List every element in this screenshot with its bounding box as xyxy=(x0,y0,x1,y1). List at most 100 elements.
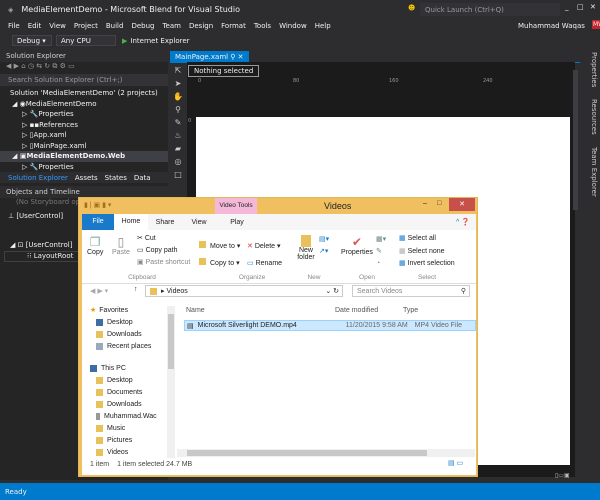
move-to-button[interactable]: Move to ▾ xyxy=(199,238,240,255)
solution-search-input[interactable]: Search Solution Explorer (Ctrl+;) xyxy=(0,74,168,86)
invert-selection-button[interactable]: ▦ Invert selection xyxy=(399,258,455,271)
menu-file[interactable]: File xyxy=(8,22,20,30)
nav-documents[interactable]: Documents xyxy=(82,386,170,398)
zoom-icon[interactable]: ⚲ xyxy=(170,103,186,116)
file-row[interactable]: ▤ Microsoft Silverlight DEMO.mp4 11/20/2… xyxy=(184,320,476,331)
asset-icon[interactable]: ◎ xyxy=(170,155,186,168)
menu-view[interactable]: View xyxy=(49,22,66,30)
address-bar[interactable]: ▸ Videos ⌄ ↻ xyxy=(145,285,343,297)
tree-app-xaml[interactable]: ▷ ▯ App.xaml xyxy=(0,130,168,141)
nav-back-forward[interactable]: ◀ ▶ ▾ xyxy=(90,287,108,295)
platform-select[interactable]: Any CPU xyxy=(56,35,116,46)
tree-project[interactable]: ◢ ◉ MediaElementDemo xyxy=(0,99,168,110)
tab-resources[interactable]: Resources xyxy=(582,99,598,135)
horizontal-scrollbar[interactable] xyxy=(177,449,475,457)
rectangle-icon[interactable]: □ xyxy=(170,168,186,181)
pan-icon[interactable]: ✋ xyxy=(170,90,186,103)
properties-button[interactable]: ✔ Properties xyxy=(341,235,373,256)
tab-solution-explorer[interactable]: Solution Explorer xyxy=(8,174,68,182)
tree-mainpage-xaml[interactable]: ▷ ▯ MainPage.xaml xyxy=(0,141,168,152)
tab-properties[interactable]: Properties xyxy=(582,52,598,87)
tree-web-properties[interactable]: ▷ 🔧 Properties xyxy=(0,162,168,173)
tree-web-project[interactable]: ◢ ▣ MediaElementDemo.Web xyxy=(0,151,168,162)
user-name[interactable]: Muhammad Waqas xyxy=(518,22,585,30)
copy-to-button[interactable]: Copy to ▾ xyxy=(199,255,240,272)
config-select[interactable]: Debug ▾ xyxy=(12,35,52,46)
explorer-maximize[interactable]: □ xyxy=(437,200,441,207)
feedback-smiley-icon[interactable]: ☻ xyxy=(408,4,415,12)
tab-team-explorer[interactable]: Team Explorer xyxy=(582,147,598,197)
tab-states[interactable]: States xyxy=(105,174,127,182)
help-icon[interactable]: ^ ❓ xyxy=(456,218,470,226)
menu-team[interactable]: Team xyxy=(162,22,181,30)
nav-videos[interactable]: Videos xyxy=(82,446,170,458)
select-all-button[interactable]: ▦ Select all xyxy=(399,233,455,246)
menu-edit[interactable]: Edit xyxy=(28,22,42,30)
minimize-button[interactable]: _ xyxy=(565,3,569,11)
copy-path-button[interactable]: ▭ Copy path xyxy=(137,245,190,257)
nav-fav-desktop[interactable]: Desktop xyxy=(82,316,170,328)
run-icon[interactable]: ▶ xyxy=(122,37,127,45)
new-folder-button[interactable]: New folder xyxy=(295,235,317,261)
tree-solution[interactable]: Solution 'MediaElementDemo' (2 projects) xyxy=(0,88,168,99)
column-name[interactable]: Name xyxy=(186,307,205,314)
column-date-modified[interactable]: Date modified xyxy=(335,307,378,314)
menu-project[interactable]: Project xyxy=(74,22,98,30)
up-button[interactable]: ↑ xyxy=(134,286,138,293)
direct-select-icon[interactable]: ➤ xyxy=(170,77,186,90)
paste-button[interactable]: ▯ Paste xyxy=(112,235,130,256)
delete-button[interactable]: ✕ Delete ▾ xyxy=(247,238,282,255)
explorer-close[interactable]: ✕ xyxy=(449,198,475,211)
paint-bucket-icon[interactable]: ♨ xyxy=(170,129,186,142)
menu-help[interactable]: Help xyxy=(315,22,331,30)
menu-build[interactable]: Build xyxy=(106,22,124,30)
eyedropper-icon[interactable]: ✎ xyxy=(170,116,186,129)
view-mode-buttons[interactable]: ▯▭▣ xyxy=(555,472,570,479)
nav-favorites[interactable]: ★ Favorites xyxy=(82,304,170,316)
tab-view[interactable]: View xyxy=(182,219,216,226)
vertical-scrollbar[interactable] xyxy=(573,70,578,210)
tree-references[interactable]: ▷ ▪▪ References xyxy=(0,120,168,131)
open-icons[interactable]: ▦▾ ✎ ◔ xyxy=(376,234,386,270)
tab-file[interactable]: File xyxy=(82,214,114,230)
new-item-icons[interactable]: ▤▾ ↗▾ xyxy=(319,234,329,258)
nav-pc-downloads[interactable]: Downloads xyxy=(82,398,170,410)
user-avatar[interactable]: MW xyxy=(592,20,600,29)
menu-tools[interactable]: Tools xyxy=(254,22,271,30)
tab-play[interactable]: Play xyxy=(216,219,258,226)
menu-format[interactable]: Format xyxy=(221,22,246,30)
nav-recent-places[interactable]: Recent places xyxy=(82,340,170,352)
tab-share[interactable]: Share xyxy=(148,219,182,226)
run-target[interactable]: Internet Explorer xyxy=(130,37,189,45)
tree-properties[interactable]: ▷ 🔧 Properties xyxy=(0,109,168,120)
nav-pictures[interactable]: Pictures xyxy=(82,434,170,446)
close-button[interactable]: ✕ xyxy=(590,3,596,11)
nav-music[interactable]: Music xyxy=(82,422,170,434)
menu-design[interactable]: Design xyxy=(189,22,213,30)
menu-window[interactable]: Window xyxy=(279,22,307,30)
copy-icon: ❐ xyxy=(89,235,101,249)
nav-this-pc[interactable]: This PC xyxy=(82,362,170,374)
nav-scrollbar[interactable] xyxy=(167,306,175,458)
gradient-icon[interactable]: ▰ xyxy=(170,142,186,155)
copy-button[interactable]: ❐ Copy xyxy=(87,235,103,256)
paste-shortcut-button[interactable]: ▣ Paste shortcut xyxy=(137,257,190,269)
nav-user[interactable]: Muhammad.Wac xyxy=(82,410,170,422)
nav-pc-desktop[interactable]: Desktop xyxy=(82,374,170,386)
tab-assets[interactable]: Assets xyxy=(75,174,98,182)
quick-access-icons[interactable]: ▮ | ▣ ▮ ▾ xyxy=(84,201,111,209)
quick-launch-input[interactable]: Quick Launch (Ctrl+Q) xyxy=(420,3,560,16)
rename-button[interactable]: ▭ Rename xyxy=(247,255,282,272)
selection-tool-icon[interactable]: ⇱ xyxy=(170,64,186,77)
tab-data[interactable]: Data xyxy=(134,174,151,182)
view-toggle-icons[interactable]: ▤ ▭ xyxy=(448,459,463,467)
maximize-button[interactable]: □ xyxy=(577,3,584,11)
search-videos-input[interactable]: Search Videos ⚲ xyxy=(352,285,470,297)
select-none-button[interactable]: ▦ Select none xyxy=(399,246,455,259)
column-type[interactable]: Type xyxy=(403,307,418,314)
tab-home[interactable]: Home xyxy=(114,214,148,230)
menu-debug[interactable]: Debug xyxy=(131,22,154,30)
cut-button[interactable]: ✂ Cut xyxy=(137,233,190,245)
nav-fav-downloads[interactable]: Downloads xyxy=(82,328,170,340)
explorer-minimize[interactable]: – xyxy=(423,200,427,207)
